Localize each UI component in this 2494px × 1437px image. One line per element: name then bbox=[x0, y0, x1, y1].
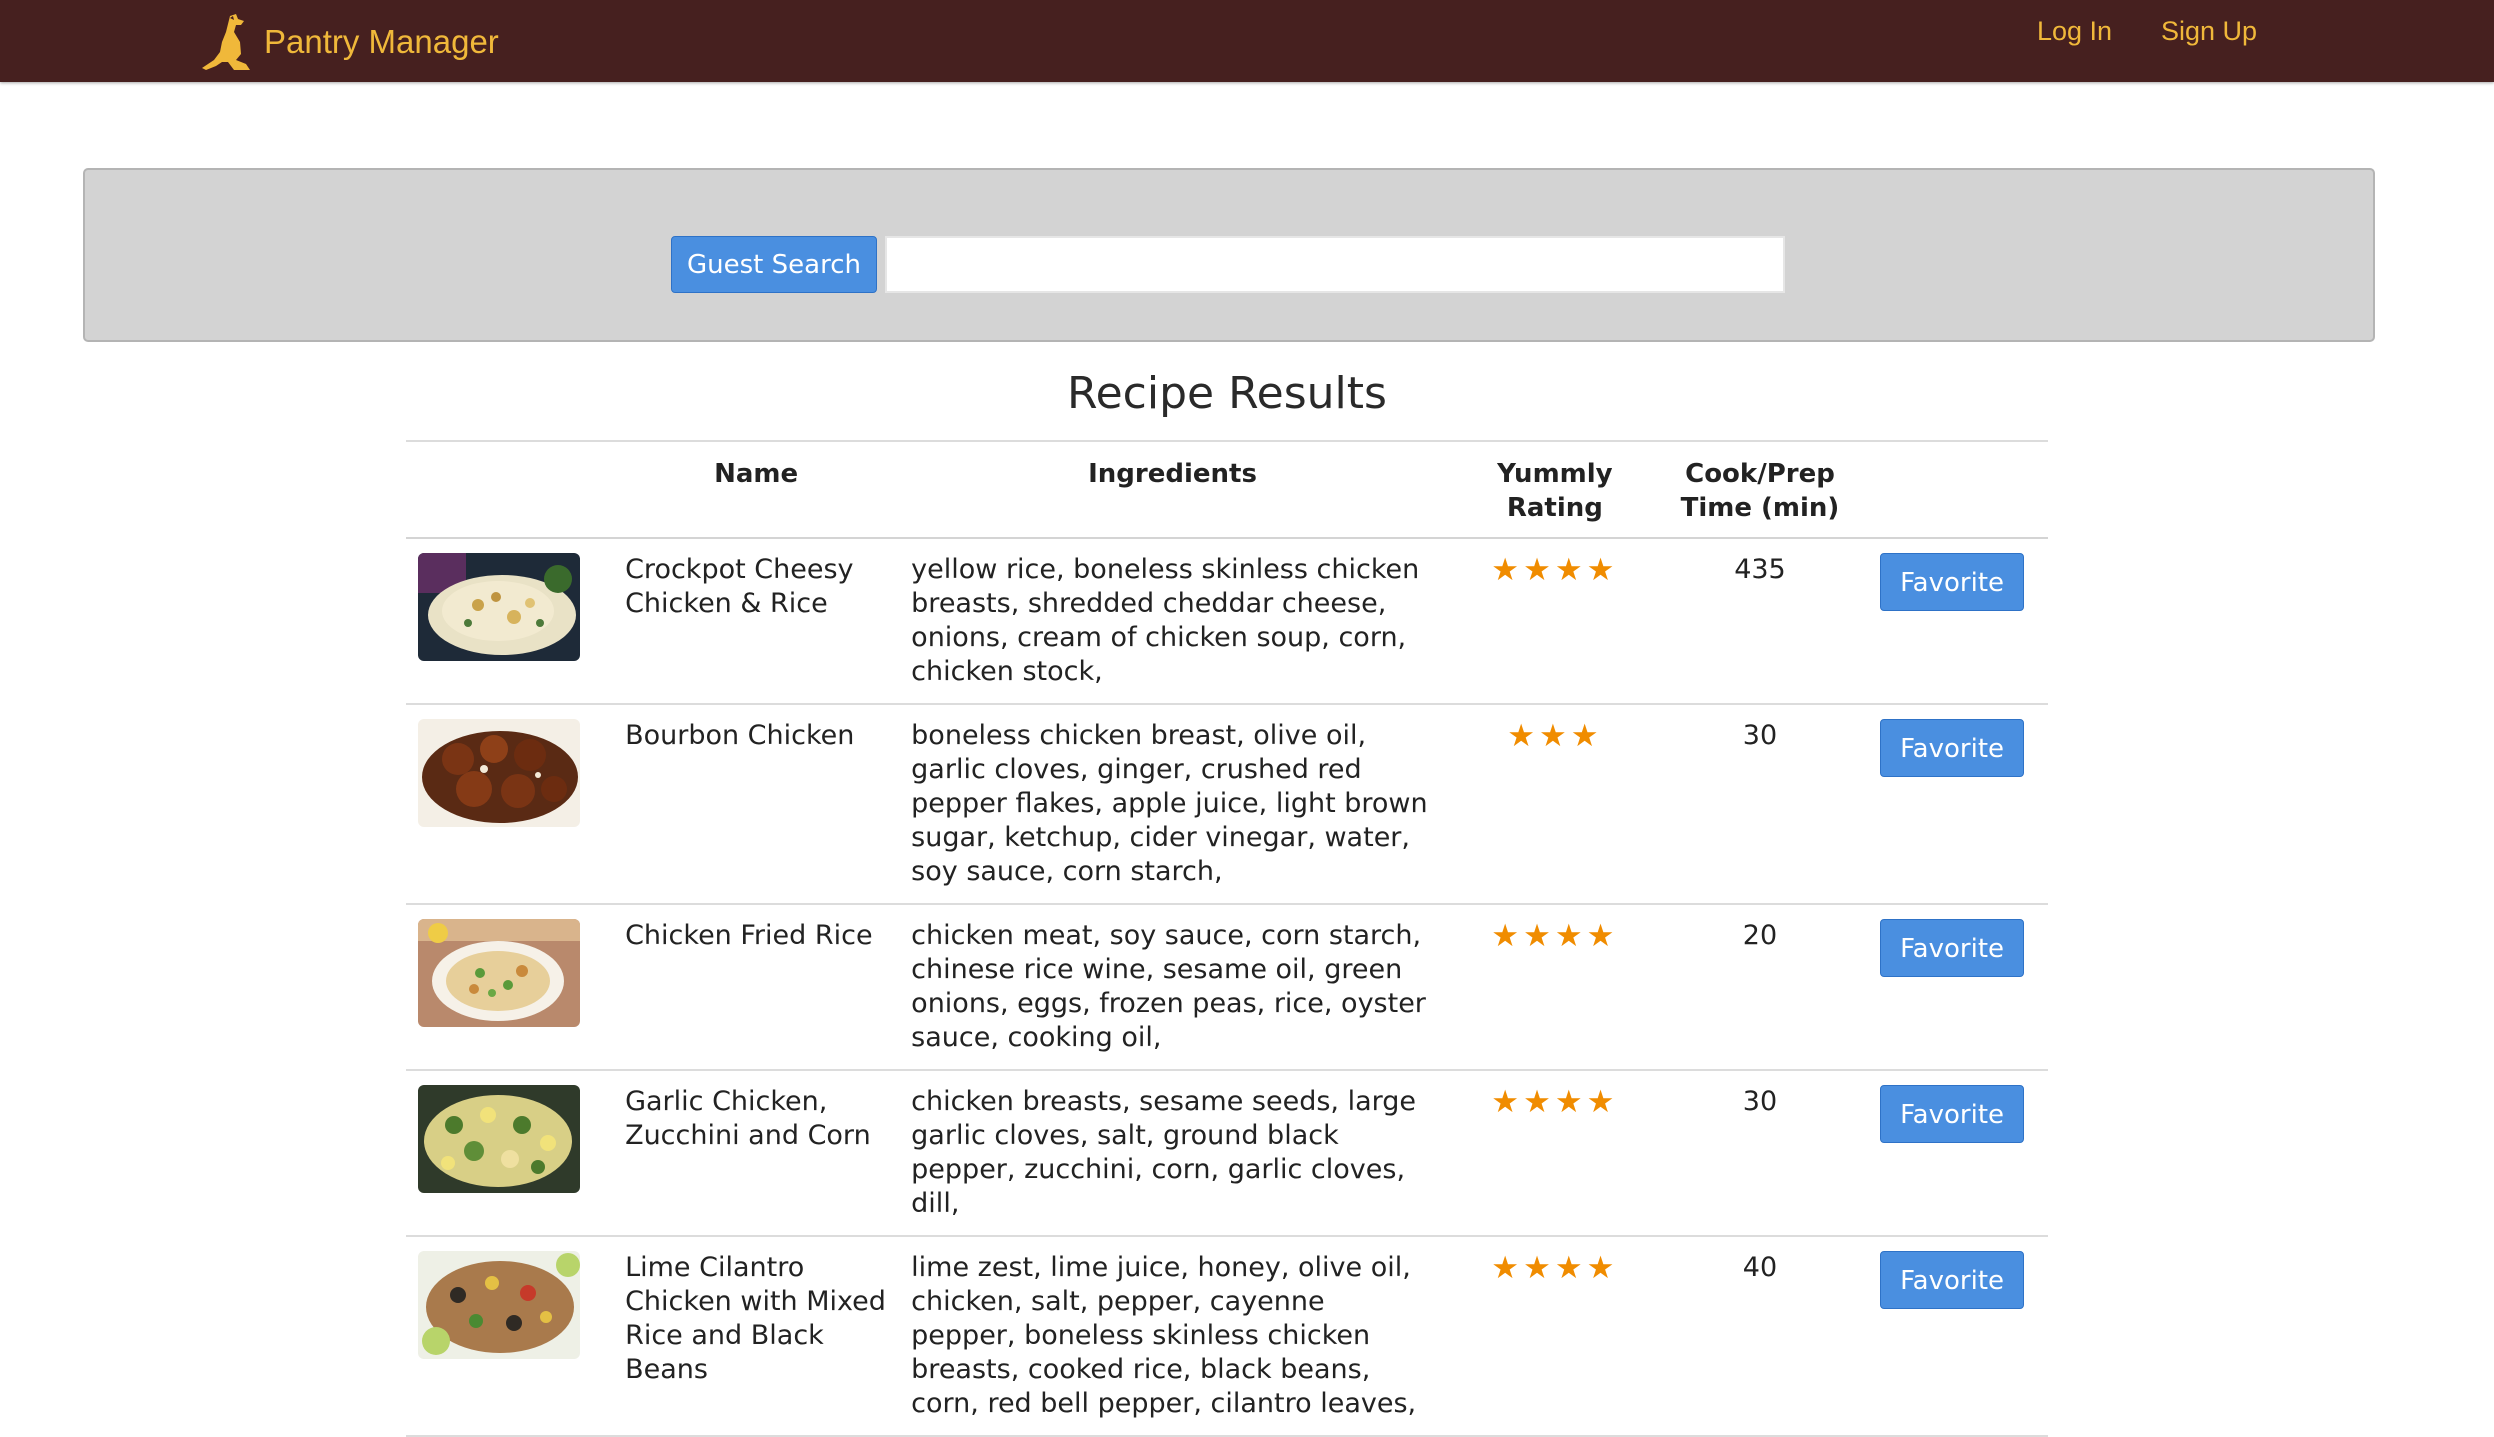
guest-search-button[interactable]: Guest Search bbox=[671, 236, 877, 293]
recipe-thumbnail[interactable] bbox=[418, 1251, 580, 1359]
recipe-time: 40 bbox=[1742, 1252, 1778, 1283]
favorite-button[interactable]: Favorite bbox=[1880, 1251, 2025, 1309]
header-ingredients: Ingredients bbox=[1088, 459, 1257, 489]
kangaroo-logo-icon bbox=[202, 14, 250, 70]
recipe-time: 20 bbox=[1742, 920, 1778, 951]
star-rating-icon: ★★★★ bbox=[1491, 1250, 1619, 1286]
header-action bbox=[1856, 441, 2048, 538]
header-rating: Yummly Rating bbox=[1497, 459, 1613, 523]
table-row: Bourbon Chicken boneless chicken breast,… bbox=[406, 704, 2048, 904]
recipe-time: 30 bbox=[1742, 720, 1778, 751]
recipe-ingredients: lime zest, lime juice, honey, olive oil,… bbox=[911, 1252, 1417, 1419]
recipe-ingredients: yellow rice, boneless skinless chicken b… bbox=[911, 554, 1420, 687]
brand-link[interactable]: Pantry Manager bbox=[200, 12, 499, 72]
recipe-name[interactable]: Bourbon Chicken bbox=[613, 704, 899, 904]
recipe-thumbnail[interactable] bbox=[418, 719, 580, 827]
signup-link[interactable]: Sign Up bbox=[2161, 16, 2257, 47]
recipe-name[interactable]: Garlic Chicken, Zucchini and Corn bbox=[613, 1070, 899, 1236]
login-link[interactable]: Log In bbox=[2037, 16, 2112, 47]
table-row: Garlic Chicken, Zucchini and Corn chicke… bbox=[406, 1070, 2048, 1236]
favorite-button[interactable]: Favorite bbox=[1880, 919, 2025, 977]
search-input[interactable] bbox=[885, 236, 1785, 293]
recipe-thumbnail[interactable] bbox=[418, 1085, 580, 1193]
recipe-time: 30 bbox=[1742, 1086, 1778, 1117]
star-rating-icon: ★★★★ bbox=[1491, 918, 1619, 954]
recipe-name[interactable]: Lime Cilantro Chicken with Mixed Rice an… bbox=[613, 1236, 899, 1436]
recipe-time: 435 bbox=[1734, 554, 1786, 585]
favorite-button[interactable]: Favorite bbox=[1880, 719, 2025, 777]
star-rating-icon: ★★★★ bbox=[1491, 552, 1619, 588]
recipe-results-table: Name Ingredients Yummly Rating Cook/Prep… bbox=[406, 440, 2048, 1437]
brand-name: Pantry Manager bbox=[264, 23, 499, 60]
favorite-button[interactable]: Favorite bbox=[1880, 1085, 2025, 1143]
search-panel: Guest Search bbox=[83, 168, 2375, 342]
star-rating-icon: ★★★ bbox=[1507, 718, 1603, 754]
table-row: Lime Cilantro Chicken with Mixed Rice an… bbox=[406, 1236, 2048, 1436]
header-image bbox=[406, 441, 613, 538]
table-row: Chicken Fried Rice chicken meat, soy sau… bbox=[406, 904, 2048, 1070]
favorite-button[interactable]: Favorite bbox=[1880, 553, 2025, 611]
header-name: Name bbox=[714, 459, 799, 489]
recipe-ingredients: chicken breasts, sesame seeds, large gar… bbox=[911, 1086, 1417, 1219]
star-rating-icon: ★★★★ bbox=[1491, 1084, 1619, 1120]
recipe-thumbnail[interactable] bbox=[418, 553, 580, 661]
recipe-thumbnail[interactable] bbox=[418, 919, 580, 1027]
recipe-name[interactable]: Chicken Fried Rice bbox=[613, 904, 899, 1070]
recipe-name[interactable]: Crockpot Cheesy Chicken & Rice bbox=[613, 538, 899, 704]
table-row: Crockpot Cheesy Chicken & Rice yellow ri… bbox=[406, 538, 2048, 704]
recipe-ingredients: boneless chicken breast, olive oil, garl… bbox=[911, 720, 1428, 887]
table-header-row: Name Ingredients Yummly Rating Cook/Prep… bbox=[406, 441, 2048, 538]
header-time: Cook/Prep Time (min) bbox=[1680, 459, 1840, 523]
results-title: Recipe Results bbox=[1067, 368, 1387, 419]
top-navbar: Pantry Manager Log In Sign Up bbox=[0, 0, 2494, 82]
recipe-ingredients: chicken meat, soy sauce, corn starch, ch… bbox=[911, 920, 1426, 1053]
